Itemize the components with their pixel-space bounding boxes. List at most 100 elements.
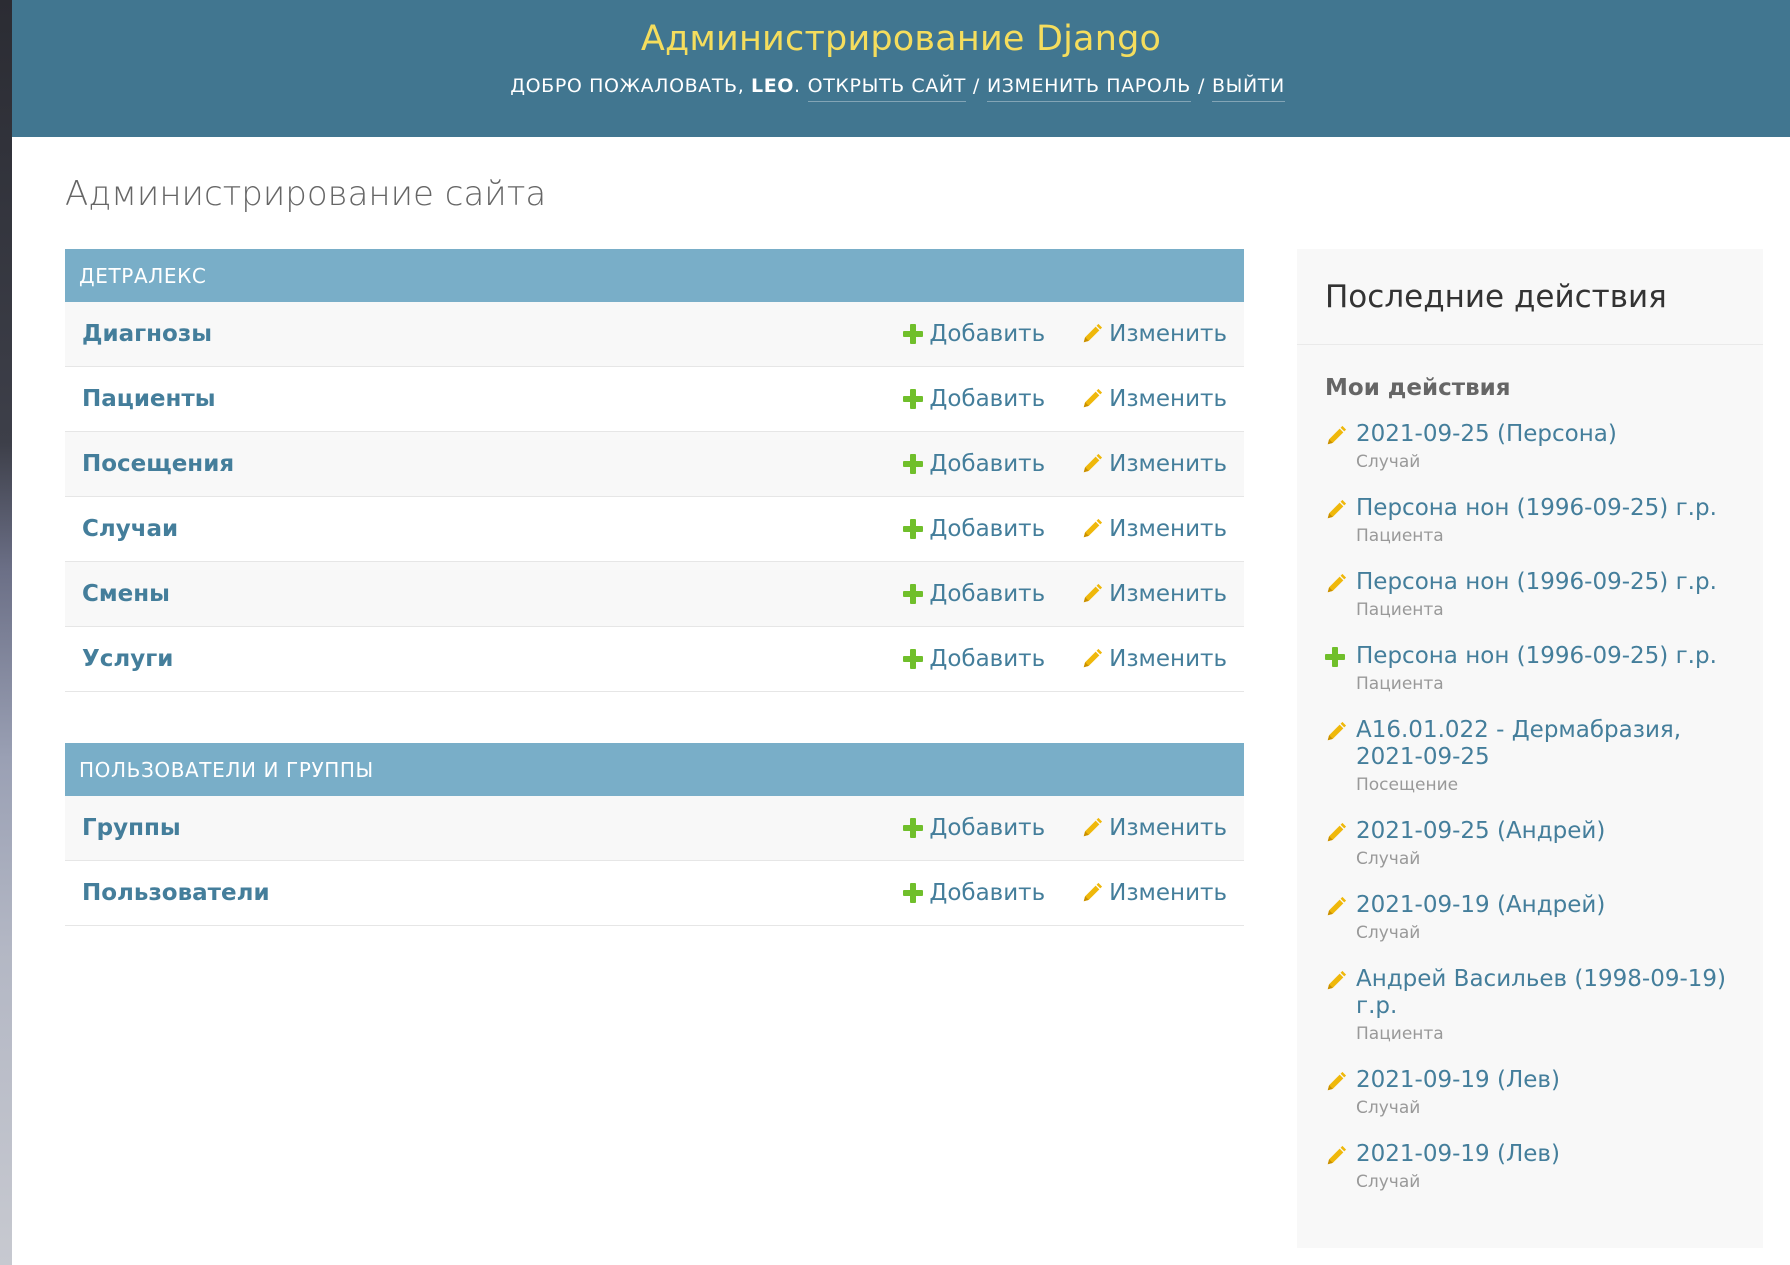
recent-action-content-type: Случай (1356, 923, 1421, 943)
change-link[interactable]: Изменить (1081, 815, 1227, 841)
add-link[interactable]: Добавить (903, 386, 1045, 412)
change-link[interactable]: Изменить (1081, 880, 1227, 906)
plus-icon (903, 324, 924, 344)
recent-action-content-type: Пациента (1356, 600, 1444, 620)
row-actions: Добавить Изменить (903, 581, 1227, 607)
change-link[interactable]: Изменить (1081, 321, 1227, 347)
pencil-icon (1327, 822, 1347, 842)
pencil-icon (1083, 583, 1103, 603)
view-site-link[interactable]: Открыть сайт (807, 75, 966, 102)
my-actions-title: Мои действия (1325, 375, 1511, 401)
plus-icon (903, 389, 924, 409)
header: Администрирование Django Добро пожаловат… (12, 0, 1790, 137)
pencil-icon (1083, 882, 1103, 902)
pencil-icon (1083, 323, 1103, 343)
add-link[interactable]: Добавить (903, 646, 1045, 672)
change-password-link[interactable]: Изменить пароль (986, 75, 1191, 102)
add-link[interactable]: Добавить (903, 451, 1045, 477)
change-link[interactable]: Изменить (1081, 646, 1227, 672)
change-link[interactable]: Изменить (1081, 581, 1227, 607)
change-link[interactable]: Изменить (1081, 386, 1227, 412)
logout-link[interactable]: Выйти (1211, 75, 1285, 102)
add-label: Добавить (929, 451, 1046, 477)
model-link[interactable]: Смены (82, 581, 170, 607)
recent-action-item: 2021-09-25 (Андрей) Случай (1325, 818, 1735, 869)
recent-action-content-type: Пациента (1356, 1024, 1444, 1044)
recent-action-link[interactable]: 2021-09-25 (Андрей) (1356, 818, 1605, 845)
model-row: Диагнозы Добавить Изменить (65, 302, 1244, 367)
recent-action-item: 2021-09-19 (Лев) Случай (1325, 1067, 1735, 1118)
separator: / (972, 75, 980, 97)
model-row: Случаи Добавить Изменить (65, 497, 1244, 562)
admin-page: Администрирование Django Добро пожаловат… (12, 0, 1790, 1265)
module-caption[interactable]: Детралекс (65, 249, 1244, 302)
site-branding[interactable]: Администрирование Django (641, 19, 1161, 59)
model-link[interactable]: Случаи (82, 516, 178, 542)
add-label: Добавить (929, 581, 1046, 607)
model-row: Пользователи Добавить Изменить (65, 861, 1244, 926)
model-row: Услуги Добавить Изменить (65, 627, 1244, 692)
separator: / (1197, 75, 1205, 97)
change-link[interactable]: Изменить (1081, 516, 1227, 542)
recent-action-content-type: Пациента (1356, 674, 1444, 694)
pencil-icon (1327, 499, 1347, 519)
model-link[interactable]: Диагнозы (82, 321, 212, 347)
row-actions: Добавить Изменить (903, 646, 1227, 672)
change-label: Изменить (1109, 880, 1227, 906)
plus-icon (1325, 647, 1345, 667)
recent-action-item: Персона нон (1996-09-25) г.р. Пациента (1325, 495, 1735, 546)
change-label: Изменить (1109, 386, 1227, 412)
change-link[interactable]: Изменить (1081, 451, 1227, 477)
add-link[interactable]: Добавить (903, 321, 1045, 347)
pencil-icon (1083, 453, 1103, 473)
model-link[interactable]: Пользователи (82, 880, 270, 906)
row-actions: Добавить Изменить (903, 321, 1227, 347)
recent-action-link[interactable]: A16.01.022 - Дермабразия, 2021-09-25 (1356, 717, 1735, 771)
recent-action-item: Андрей Васильев (1998-09-19) г.р. Пациен… (1325, 966, 1735, 1044)
plus-icon (903, 519, 924, 539)
app-module-detraleks: Детралекс Диагнозы Добавить Изменить Пац… (65, 249, 1244, 692)
pencil-icon (1327, 1071, 1347, 1091)
add-label: Добавить (929, 646, 1046, 672)
recent-action-content-type: Случай (1356, 849, 1421, 869)
model-link[interactable]: Посещения (82, 451, 234, 477)
plus-icon (903, 454, 924, 474)
pencil-icon (1327, 1145, 1347, 1165)
pencil-icon (1327, 896, 1347, 916)
change-label: Изменить (1109, 581, 1227, 607)
recent-action-link[interactable]: Персона нон (1996-09-25) г.р. (1356, 643, 1717, 670)
model-link[interactable]: Услуги (82, 646, 173, 672)
recent-action-link[interactable]: 2021-09-25 (Персона) (1356, 421, 1617, 448)
recent-action-link[interactable]: Андрей Васильев (1998-09-19) г.р. (1356, 966, 1735, 1020)
model-row: Группы Добавить Изменить (65, 796, 1244, 861)
username: leo (750, 75, 795, 97)
recent-action-link[interactable]: Персона нон (1996-09-25) г.р. (1356, 495, 1717, 522)
recent-action-link[interactable]: Персона нон (1996-09-25) г.р. (1356, 569, 1717, 596)
action-list: 2021-09-25 (Персона) Случай Персона нон … (1297, 421, 1763, 1192)
recent-action-link[interactable]: 2021-09-19 (Лев) (1356, 1067, 1560, 1094)
row-actions: Добавить Изменить (903, 516, 1227, 542)
add-link[interactable]: Добавить (903, 581, 1045, 607)
module-caption[interactable]: Пользователи и группы (65, 743, 1244, 796)
plus-icon (903, 584, 924, 604)
pencil-icon (1083, 388, 1103, 408)
recent-action-item: 2021-09-19 (Лев) Случай (1325, 1141, 1735, 1192)
recent-action-item: Персона нон (1996-09-25) г.р. Пациента (1325, 643, 1735, 694)
pencil-icon (1083, 518, 1103, 538)
model-link[interactable]: Пациенты (82, 386, 216, 412)
row-actions: Добавить Изменить (903, 815, 1227, 841)
recent-action-content-type: Посещение (1356, 775, 1459, 795)
recent-action-link[interactable]: 2021-09-19 (Андрей) (1356, 892, 1605, 919)
pencil-icon (1327, 721, 1347, 741)
model-link[interactable]: Группы (82, 815, 181, 841)
pencil-icon (1327, 573, 1347, 593)
change-label: Изменить (1109, 321, 1227, 347)
recent-action-item: 2021-09-19 (Андрей) Случай (1325, 892, 1735, 943)
change-label: Изменить (1109, 646, 1227, 672)
add-link[interactable]: Добавить (903, 880, 1045, 906)
add-label: Добавить (929, 880, 1046, 906)
add-label: Добавить (929, 516, 1046, 542)
add-link[interactable]: Добавить (903, 815, 1045, 841)
add-link[interactable]: Добавить (903, 516, 1045, 542)
recent-action-link[interactable]: 2021-09-19 (Лев) (1356, 1141, 1560, 1168)
